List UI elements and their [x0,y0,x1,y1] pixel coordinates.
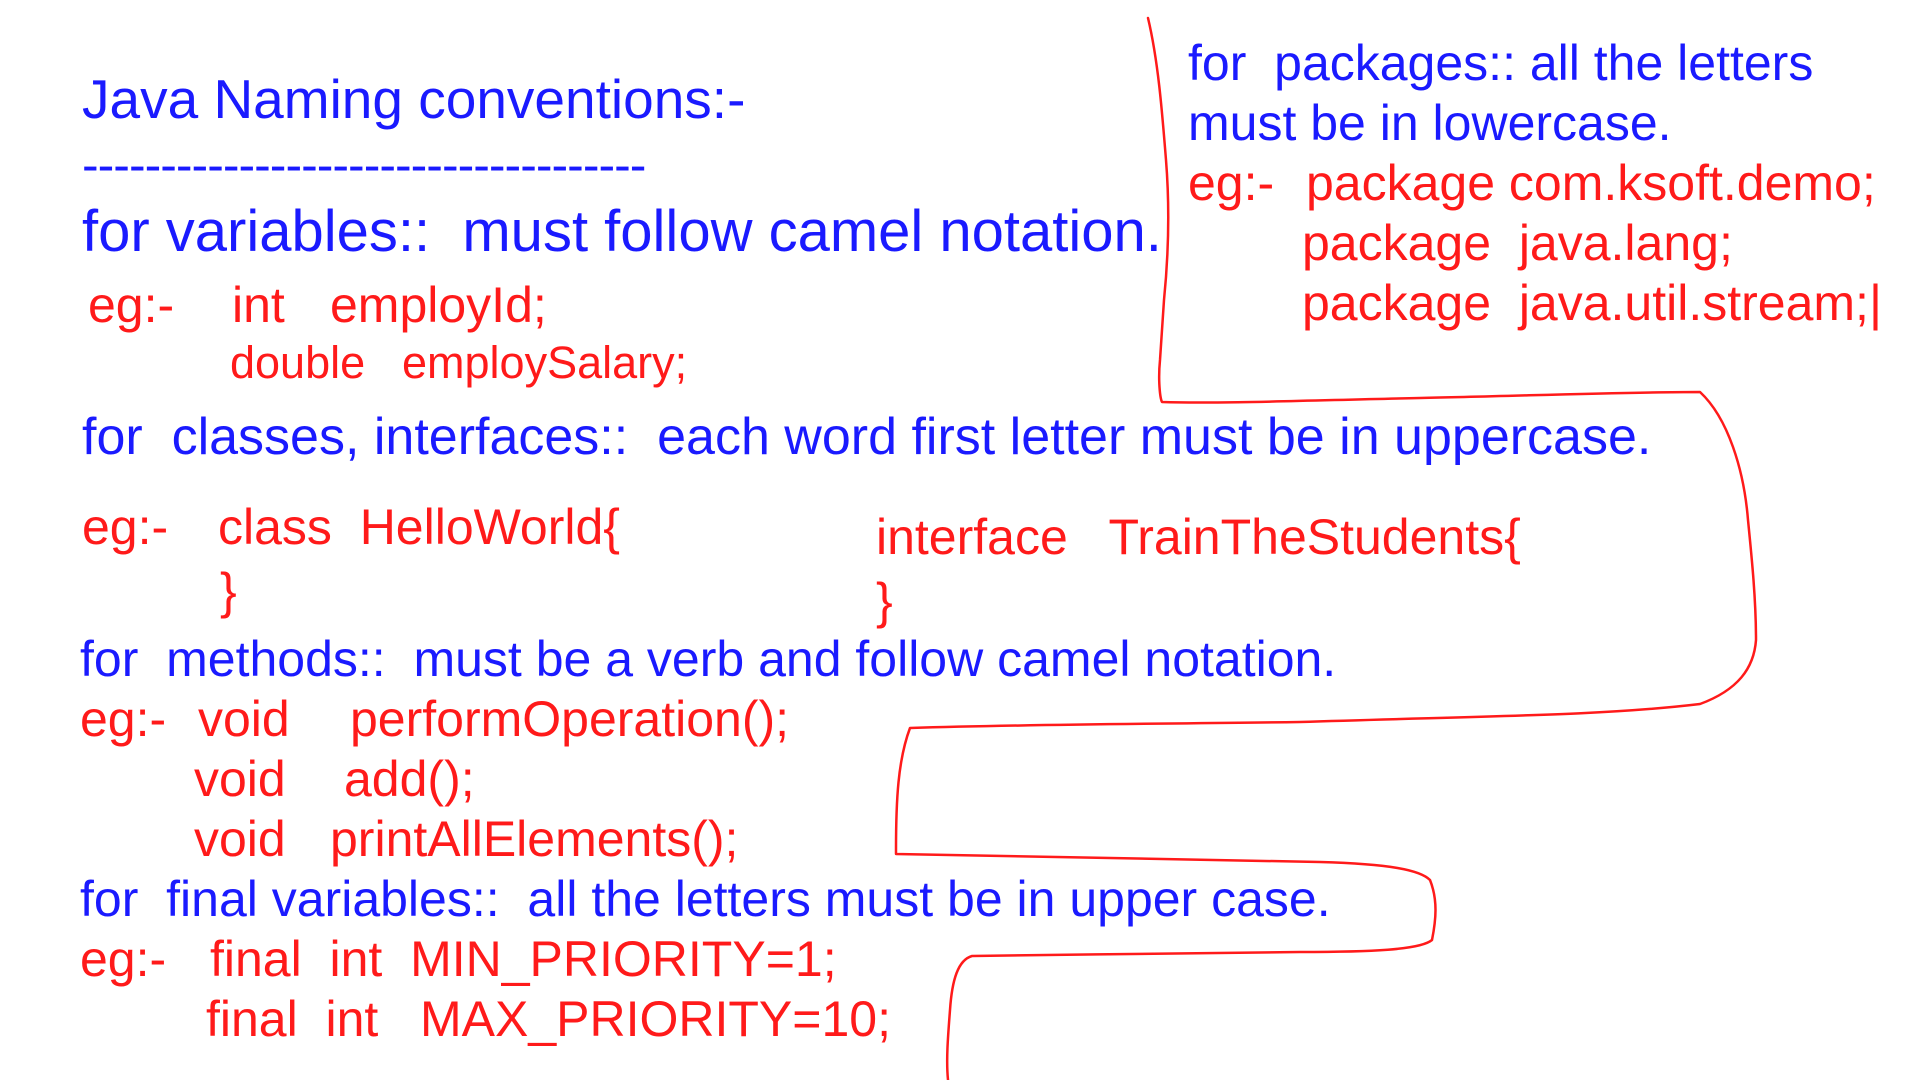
finals-heading: for final variables:: all the letters mu… [80,871,1331,927]
variables-line2-name: employSalary; [402,337,688,388]
methods-line1-type: void [198,691,290,747]
page-title: Java Naming conventions:- [82,68,746,130]
interface-declaration: interface TrainTheStudents{ [876,509,1521,565]
methods-line1-name: performOperation(); [350,691,790,747]
packages-heading-line2: must be in lowercase. [1188,95,1672,151]
classes-eg-label: eg:- [82,499,169,555]
finals-line1: final int MIN_PRIORITY=1; [210,931,837,987]
classes-heading: for classes, interfaces:: each word firs… [82,408,1652,466]
methods-line3-type: void [194,811,286,867]
finals-line2: final int MAX_PRIORITY=10; [206,991,891,1047]
variables-eg-label: eg:- [88,277,175,333]
interface-closing-brace: } [876,573,893,629]
title-underline-dashes: ------------------------------------ [82,137,646,193]
methods-line3-name: printAllElements(); [330,811,739,867]
variables-line2-type: double [230,337,366,388]
methods-line2-type: void [194,751,286,807]
class-declaration: class HelloWorld{ [218,499,621,555]
methods-line2-name: add(); [344,751,475,807]
packages-eg-label: eg:- [1188,155,1275,211]
variables-heading: for variables:: must follow camel notati… [82,199,1162,264]
packages-line1: package com.ksoft.demo; [1306,155,1876,211]
packages-line3: package java.util.stream;| [1302,275,1882,331]
variables-line1-type: int [232,277,285,333]
methods-eg-label: eg:- [80,691,167,747]
packages-heading-line1: for packages:: all the letters [1188,35,1814,91]
methods-heading: for methods:: must be a verb and follow … [80,631,1337,687]
class-closing-brace: } [220,563,237,619]
packages-line2: package java.lang; [1302,215,1733,271]
variables-line1-name: employId; [330,277,547,333]
finals-eg-label: eg:- [80,931,167,987]
whiteboard-canvas: Java Naming conventions:- --------------… [0,0,1920,1080]
